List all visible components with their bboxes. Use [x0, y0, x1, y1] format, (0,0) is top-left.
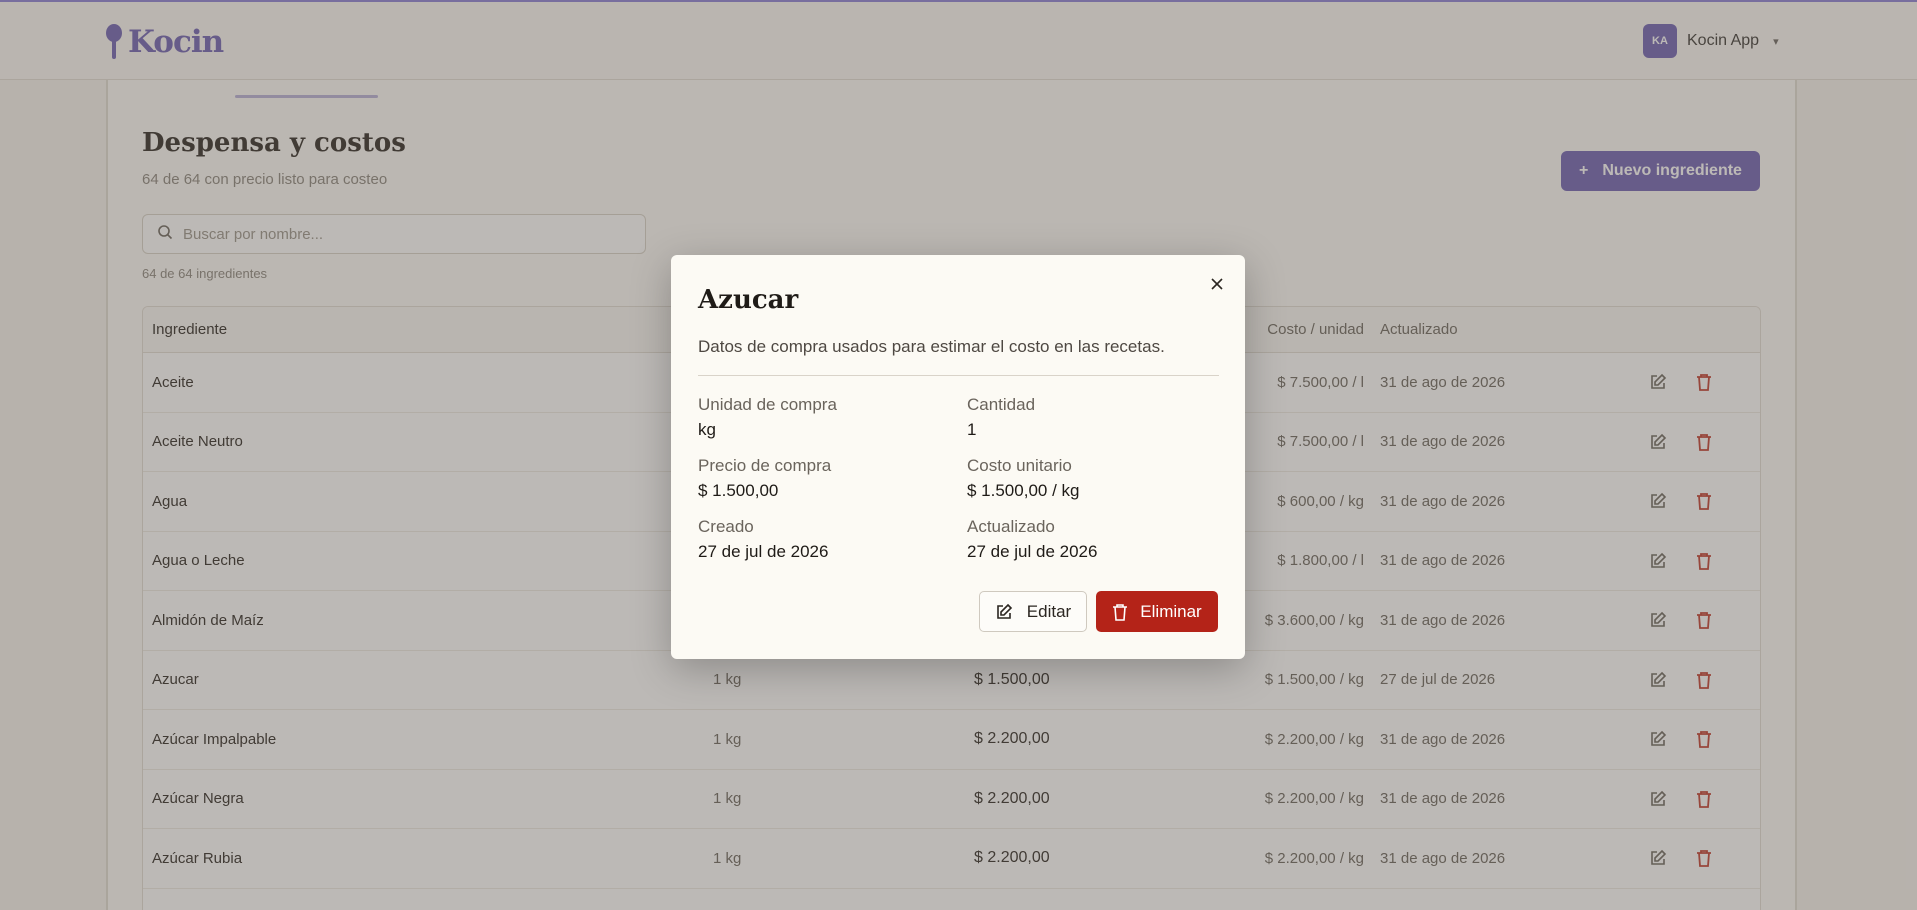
field-label: Costo unitario — [967, 456, 1072, 475]
field-value: kg — [698, 420, 716, 439]
field-value: 27 de jul de 2026 — [967, 542, 1098, 561]
edit-label: Editar — [1026, 601, 1072, 621]
divider — [698, 375, 1219, 376]
field-value: 1 — [967, 420, 977, 439]
field-value: 27 de jul de 2026 — [698, 542, 829, 561]
edit-button[interactable]: Editar — [979, 591, 1087, 632]
edit-icon — [996, 603, 1012, 619]
field-value: $ 1.500,00 / kg — [967, 481, 1080, 500]
field-updated: Actualizado 27 de jul de 2026 — [967, 517, 1097, 562]
dialog-description: Datos de compra usados para estimar el c… — [698, 337, 1165, 356]
dialog-title: Azucar — [698, 285, 799, 315]
field-created: Creado 27 de jul de 2026 — [698, 517, 828, 562]
field-purchase-unit: Unidad de compra kg — [698, 395, 837, 440]
close-button[interactable] — [1205, 272, 1229, 296]
ingredient-detail-dialog: Azucar Datos de compra usados para estim… — [671, 255, 1245, 659]
field-label: Cantidad — [967, 395, 1036, 414]
close-icon — [1211, 278, 1223, 290]
delete-label: Eliminar — [1140, 601, 1202, 621]
delete-button[interactable]: Eliminar — [1096, 591, 1218, 632]
field-purchase-price: Precio de compra $ 1.500,00 — [698, 456, 831, 501]
field-label: Precio de compra — [698, 456, 832, 475]
field-label: Unidad de compra — [698, 395, 837, 414]
field-label: Actualizado — [967, 517, 1055, 536]
field-label: Creado — [698, 517, 754, 536]
field-quantity: Cantidad 1 — [967, 395, 1035, 440]
trash-icon — [1113, 603, 1128, 621]
field-value: $ 1.500,00 — [698, 481, 779, 500]
field-unit-cost: Costo unitario $ 1.500,00 / kg — [967, 456, 1079, 501]
